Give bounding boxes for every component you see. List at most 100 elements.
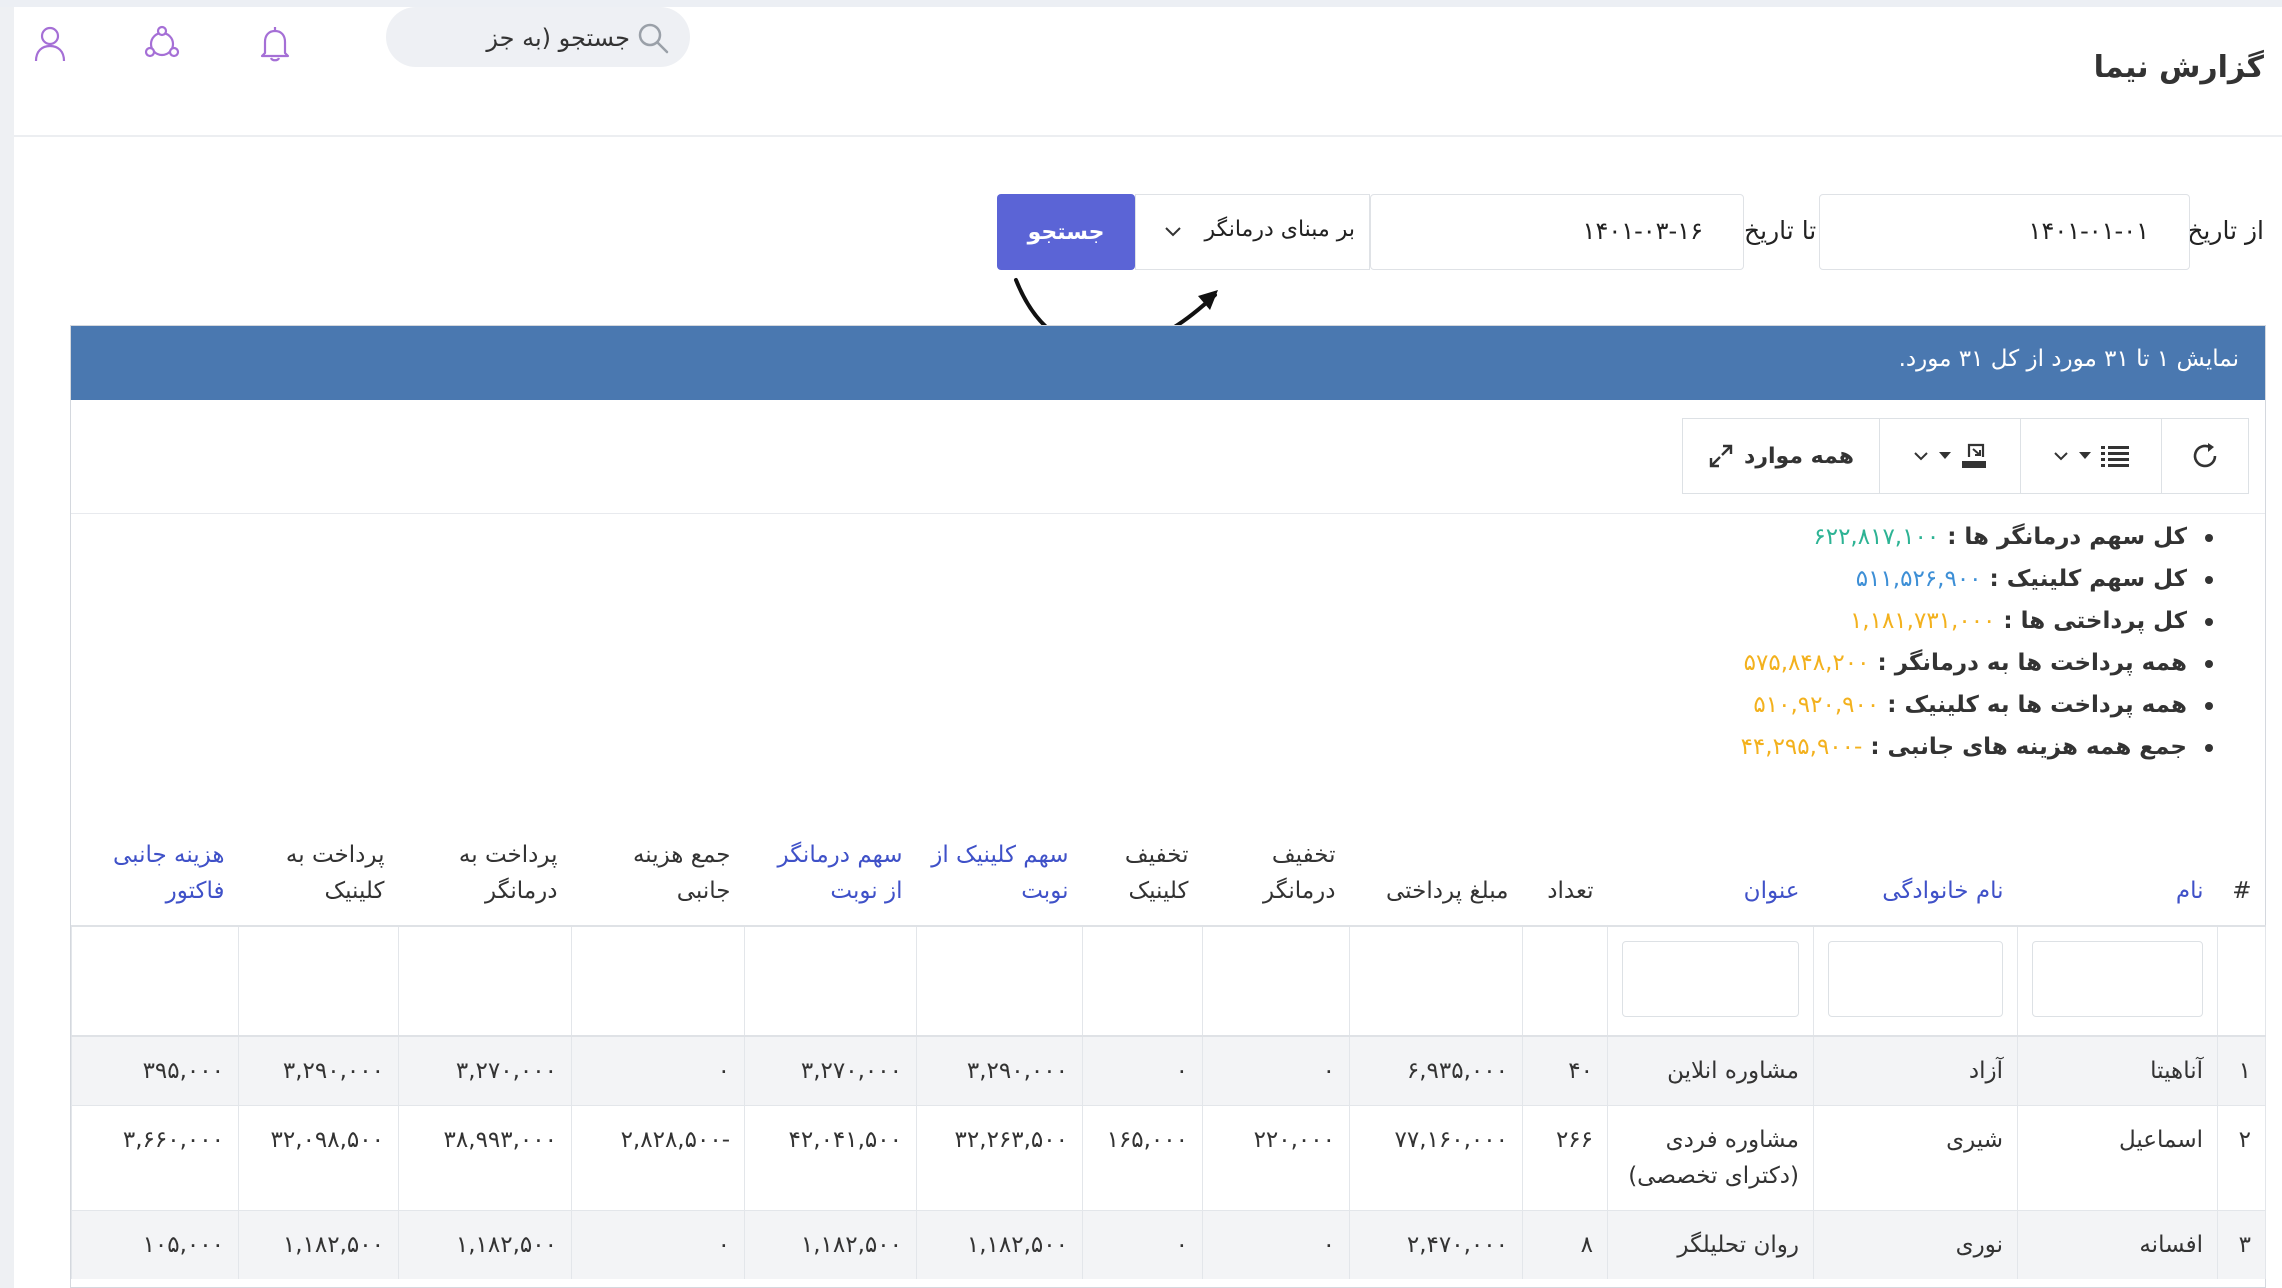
col-header-paid-amount: مبلغ پرداختی — [1349, 800, 1523, 927]
table-header-row: # نام نام خانوادگی عنوان تعداد مبلغ پردا… — [71, 800, 2266, 927]
search-input[interactable] — [416, 17, 632, 59]
columns-dropdown[interactable] — [2020, 418, 2162, 494]
stat-value: ۶۲۲,۸۱۷,۱۰۰ — [1813, 524, 1940, 550]
stats-list: کل سهم درمانگر ها : ۶۲۲,۸۱۷,۱۰۰ کل سهم ک… — [1741, 516, 2214, 768]
global-search[interactable] — [386, 7, 690, 67]
table-cell: ۴۰ — [1522, 1035, 1608, 1106]
table-cell: ۸ — [1522, 1210, 1608, 1279]
table-cell: ۷۷,۱۶۰,۰۰۰ — [1349, 1105, 1523, 1211]
col-header-clinic-discount: تخفیف کلینیک — [1082, 800, 1203, 927]
col-header-invoice-side-cost[interactable]: هزینه جانبی فاکتور — [71, 800, 239, 927]
list-icon — [2101, 446, 2129, 467]
show-all-label: همه موارد — [1744, 443, 1854, 469]
title-filter-input[interactable] — [1622, 941, 1799, 1017]
col-header-last-name[interactable]: نام خانوادگی — [1813, 800, 2018, 927]
filter-cell — [1813, 926, 2018, 1037]
table-cell: افسانه — [2017, 1210, 2218, 1279]
table-cell: مشاوره انلاین — [1607, 1035, 1814, 1106]
table-cell: ۰ — [571, 1210, 745, 1279]
from-date-label: از تاریخ — [2187, 216, 2264, 245]
panel-header: نمایش ۱ تا ۳۱ مورد از کل ۳۱ مورد. — [71, 326, 2265, 400]
table-cell: ۰ — [1202, 1035, 1350, 1106]
stat-item: همه پرداخت ها به درمانگر : ۵۷۵,۸۴۸,۲۰۰ — [1741, 642, 2214, 684]
left-strip — [0, 7, 14, 1288]
chevron-down-icon — [1914, 452, 1928, 461]
filter-cell — [744, 926, 917, 1037]
expand-icon — [1709, 444, 1733, 468]
filter-cell — [2217, 926, 2266, 1037]
filter-cell — [571, 926, 745, 1037]
first-name-filter-input[interactable] — [2032, 941, 2203, 1017]
stat-label: کل پرداختی ها : — [2003, 608, 2187, 634]
user-icon[interactable] — [33, 25, 67, 67]
table-cell: ۲ — [2217, 1105, 2266, 1211]
table-row[interactable]: ۱ آناهیتا آزاد مشاوره انلاین ۴۰ ۶,۹۳۵,۰۰… — [71, 1035, 2266, 1106]
stat-item: جمع همه هزینه های جانبی : -۴۴,۲۹۵,۹۰۰ — [1741, 726, 2214, 768]
table-cell: ۲,۴۷۰,۰۰۰ — [1349, 1210, 1523, 1279]
from-date-field[interactable]: ۱۴۰۱-۰۱-۰۱ — [1819, 194, 2190, 270]
filter-cell — [1607, 926, 1814, 1037]
chevron-down-icon — [2054, 452, 2068, 461]
show-all-button[interactable]: همه موارد — [1682, 418, 1880, 494]
table-cell: روان تحلیلگر — [1607, 1210, 1814, 1279]
table-cell: آناهیتا — [2017, 1035, 2218, 1106]
table-cell: ۳,۲۷۰,۰۰۰ — [744, 1035, 917, 1106]
basis-select[interactable]: بر مبنای درمانگر — [1135, 194, 1370, 270]
stat-value: ۵۷۵,۸۴۸,۲۰۰ — [1743, 650, 1870, 676]
stat-label: کل سهم درمانگر ها : — [1947, 524, 2187, 550]
table-cell: ۳,۲۹۰,۰۰۰ — [238, 1035, 399, 1106]
chevron-down-icon — [1164, 223, 1182, 242]
table-row[interactable]: ۳ افسانه نوری روان تحلیلگر ۸ ۲,۴۷۰,۰۰۰ ۰… — [71, 1210, 2266, 1279]
col-header-paid-to-clinic: پرداخت به کلینیک — [238, 800, 399, 927]
table-cell: ۳۹۵,۰۰۰ — [71, 1035, 239, 1106]
table-cell: ۳۲,۲۶۳,۵۰۰ — [916, 1105, 1083, 1211]
to-date-value: ۱۴۰۱-۰۳-۱۶ — [1582, 217, 1703, 245]
col-header-therapist-share[interactable]: سهم درمانگر از نوبت — [744, 800, 917, 927]
caret-down-icon — [2079, 452, 2091, 459]
summary-text: نمایش ۱ تا ۳۱ مورد از کل ۳۱ مورد. — [1898, 346, 2239, 372]
col-header-title[interactable]: عنوان — [1607, 800, 1814, 927]
stat-label: همه پرداخت ها به کلینیک : — [1887, 692, 2187, 718]
table-cell: ۰ — [1082, 1210, 1203, 1279]
refresh-button[interactable] — [2161, 418, 2249, 494]
export-icon — [1962, 443, 1986, 468]
col-header-paid-to-therapist: پرداخت به درمانگر — [398, 800, 572, 927]
to-date-field[interactable]: ۱۴۰۱-۰۳-۱۶ — [1370, 194, 1744, 270]
last-name-filter-input[interactable] — [1828, 941, 2003, 1017]
table-row[interactable]: ۲ اسماعیل شیری مشاوره فردی (دکترای تخصصی… — [71, 1105, 2266, 1211]
table-cell: شیری — [1813, 1105, 2018, 1211]
col-header-first-name[interactable]: نام — [2017, 800, 2218, 927]
stat-item: کل سهم کلینیک : ۵۱۱,۵۲۶,۹۰۰ — [1741, 558, 2214, 600]
report-panel: نمایش ۱ تا ۳۱ مورد از کل ۳۱ مورد. همه مو… — [70, 325, 2266, 1288]
table-cell: ۱ — [2217, 1035, 2266, 1106]
table-cell: ۶,۹۳۵,۰۰۰ — [1349, 1035, 1523, 1106]
stat-label: کل سهم کلینیک : — [1989, 566, 2187, 592]
table-cell: ۳۸,۹۹۳,۰۰۰ — [398, 1105, 572, 1211]
filter-cell — [1349, 926, 1523, 1037]
table-cell: ۰ — [571, 1035, 745, 1106]
to-date-label: تا تاریخ — [1744, 216, 1817, 245]
export-dropdown[interactable] — [1879, 418, 2021, 494]
divider — [71, 513, 2265, 514]
filter-cell — [398, 926, 572, 1037]
stat-item: همه پرداخت ها به کلینیک : ۵۱۰,۹۲۰,۹۰۰ — [1741, 684, 2214, 726]
search-button[interactable]: جستجو — [997, 194, 1135, 270]
top-header: گزارش نیما — [14, 7, 2282, 137]
table-cell: ۳,۲۹۰,۰۰۰ — [916, 1035, 1083, 1106]
stat-label: همه پرداخت ها به درمانگر : — [1877, 650, 2187, 676]
share-icon[interactable] — [143, 25, 181, 67]
stat-item: کل پرداختی ها : ۱,۱۸۱,۷۳۱,۰۰۰ — [1741, 600, 2214, 642]
table-cell: ۱,۱۸۲,۵۰۰ — [398, 1210, 572, 1279]
col-header-index: # — [2217, 800, 2266, 927]
table-cell: ۱۰۵,۰۰۰ — [71, 1210, 239, 1279]
table-cell: ۰ — [1202, 1210, 1350, 1279]
bell-icon[interactable] — [257, 25, 293, 67]
col-header-side-costs: جمع هزینه جانبی — [571, 800, 745, 927]
filter-cell — [71, 926, 239, 1037]
table-cell: ۱۶۵,۰۰۰ — [1082, 1105, 1203, 1211]
table-cell: ۰ — [1082, 1035, 1203, 1106]
col-header-clinic-share[interactable]: سهم کلینیک از نوبت — [916, 800, 1083, 927]
caret-down-icon — [1939, 452, 1951, 459]
stat-label: جمع همه هزینه های جانبی : — [1870, 734, 2187, 760]
search-icon — [636, 21, 670, 59]
